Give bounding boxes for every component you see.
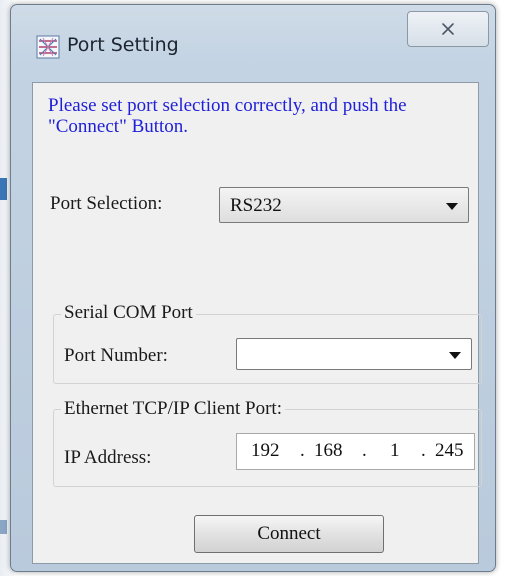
port-selection-label: Port Selection: [50,193,163,214]
ip-octet-1[interactable]: 192 [251,440,280,462]
ip-address-field[interactable]: 192 . 168 . 1 . 245 [236,433,475,470]
dialog-content: Please set port selection correctly, and… [32,82,482,564]
close-button[interactable] [407,11,489,47]
ip-octet-2[interactable]: 168 [314,440,343,462]
ethernet-client-port-group-label: Ethernet TCP/IP Client Port: [61,398,285,420]
close-icon [442,23,454,35]
port-number-label: Port Number: [64,345,168,366]
port-setting-dialog: Port Setting Please set port selection c… [10,4,496,572]
port-selection-value: RS232 [230,195,282,216]
connect-button[interactable]: Connect [194,515,384,553]
port-selection-dropdown[interactable]: RS232 [219,187,469,223]
port-setting-app-icon [36,35,60,59]
ip-separator-dot: . [300,440,305,461]
ip-separator-dot: . [421,440,426,461]
port-number-dropdown[interactable] [236,338,472,370]
ip-address-label: IP Address: [64,447,152,468]
chevron-down-icon [449,352,461,359]
ip-octet-3[interactable]: 1 [390,440,400,462]
title-bar[interactable]: Port Setting [11,5,495,79]
chevron-down-icon [446,203,458,210]
ip-separator-dot: . [362,440,367,461]
background-app-mark [0,178,7,200]
instruction-text: Please set port selection correctly, and… [48,95,407,137]
serial-com-port-group-label: Serial COM Port [61,302,196,324]
background-app-mark [0,520,7,534]
window-title: Port Setting [67,34,179,56]
ip-octet-4[interactable]: 245 [435,440,464,462]
